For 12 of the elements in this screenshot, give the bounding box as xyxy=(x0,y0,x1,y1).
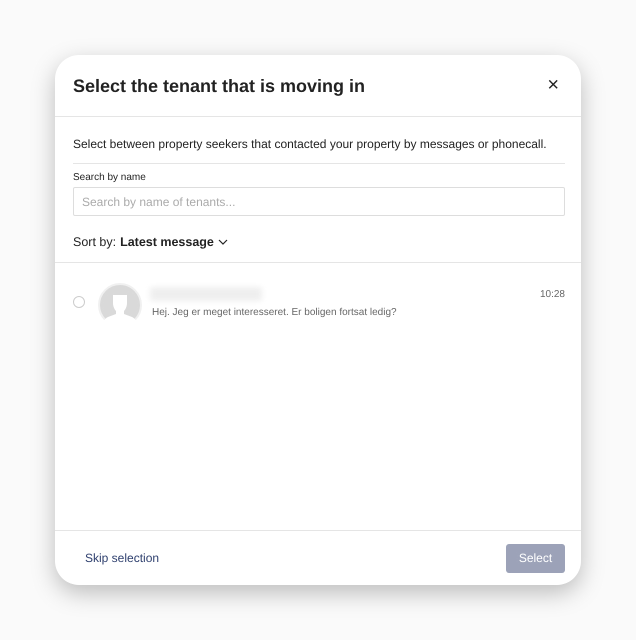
message-time: 10:28 xyxy=(540,289,565,300)
message-preview: Hej. Jeg er meget interesseret. Er boligen fortsat ledig? xyxy=(151,307,398,318)
skip-selection-link[interactable]: Skip selection xyxy=(85,551,160,565)
radio-button[interactable] xyxy=(73,296,85,308)
sort-dropdown[interactable]: Sort by: Latest message xyxy=(73,235,228,249)
search-field[interactable]: Search by name of tenants... xyxy=(73,187,565,216)
search-label: Search by name xyxy=(73,172,147,183)
avatar-icon xyxy=(98,283,142,327)
dialog-title: Select the tenant that is moving in xyxy=(73,75,366,97)
close-button[interactable]: × xyxy=(543,74,563,97)
description-text: Select between property seekers that contacted your property by messages or phonecall. xyxy=(73,136,548,153)
chevron-down-icon xyxy=(218,239,228,245)
